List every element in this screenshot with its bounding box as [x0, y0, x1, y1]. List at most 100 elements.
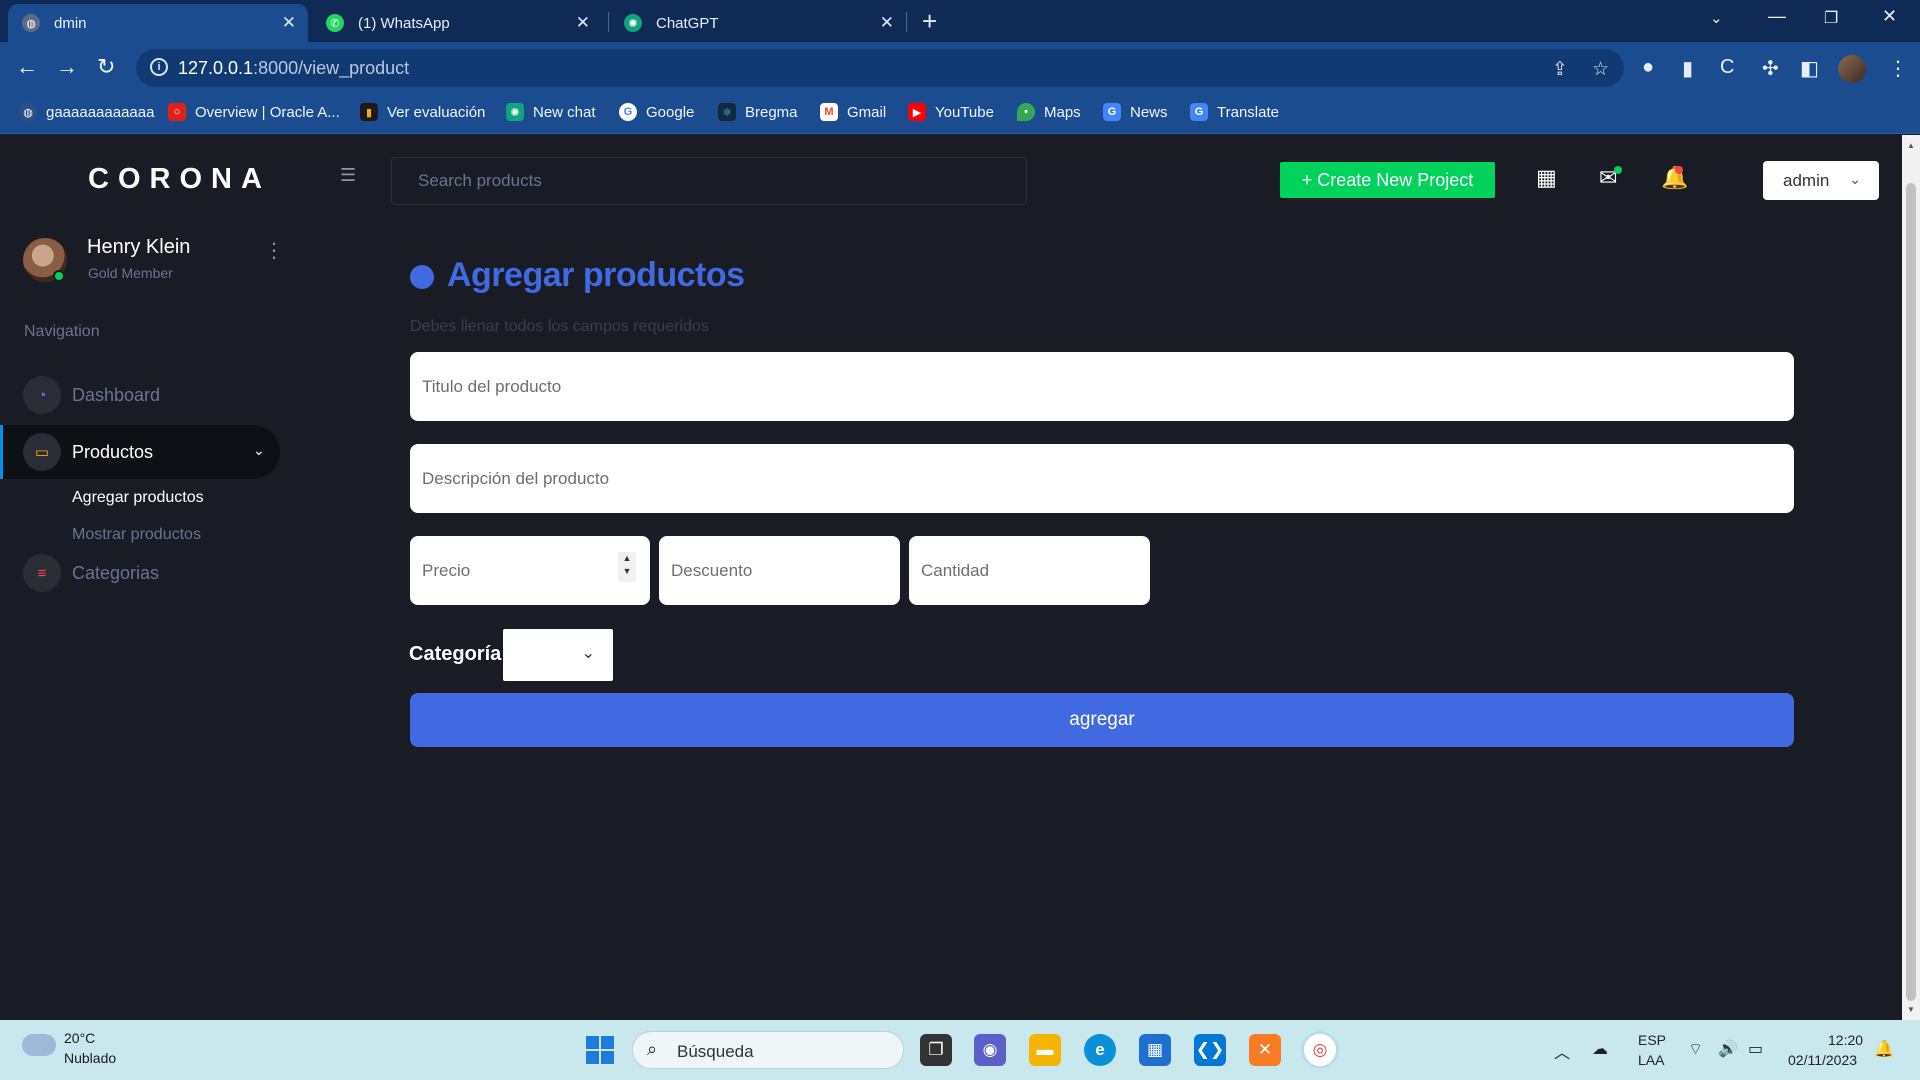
page-scrollbar[interactable]: ▲ ▼ — [1902, 135, 1920, 1020]
price-input[interactable] — [410, 536, 650, 605]
gmail-icon: M — [820, 103, 838, 121]
bookmark-item[interactable]: ⚛ Bregma — [718, 103, 798, 121]
profile-avatar[interactable] — [1838, 55, 1866, 83]
cloud-icon[interactable] — [22, 1034, 56, 1056]
restore-icon[interactable]: ❐ — [1824, 8, 1838, 28]
minimize-icon[interactable]: — — [1768, 6, 1786, 27]
weather-description[interactable]: Nublado — [64, 1050, 116, 1066]
sidebar-subitem-mostrar[interactable]: Mostrar productos — [72, 526, 201, 544]
extension-c-icon[interactable]: C — [1720, 56, 1734, 79]
add-product-button[interactable]: agregar — [410, 693, 1794, 747]
address-bar[interactable]: i 127.0.0.1:8000/view_product ⇪ ☆ — [136, 49, 1624, 87]
windows-start-icon[interactable] — [586, 1036, 614, 1064]
category-label: Categoría — [409, 643, 502, 665]
bookmarks-bar: ◍ gaaaaaaaaaaaa ○ Overview | Oracle A... ▮… — [0, 94, 1920, 134]
form-hint: Debes llenar todos los campos requeridos — [410, 318, 709, 335]
bookmark-item[interactable]: G Translate — [1190, 103, 1279, 121]
menu-kebab-icon[interactable]: ⋮ — [1888, 56, 1908, 81]
clock-date[interactable]: 02/11/2023 — [1788, 1052, 1857, 1068]
close-icon[interactable]: ✕ — [282, 13, 296, 33]
chatgpt-icon: ✺ — [506, 103, 524, 121]
brand-logo[interactable]: CORONA — [88, 163, 271, 196]
xampp-icon[interactable]: ✕ — [1249, 1034, 1281, 1066]
quantity-input[interactable] — [909, 536, 1150, 605]
scroll-down-icon[interactable]: ▼ — [1907, 1005, 1915, 1014]
reload-icon[interactable]: ↻ — [97, 54, 115, 80]
discount-input[interactable] — [659, 536, 900, 605]
keyboard-layout[interactable]: LAA — [1638, 1052, 1664, 1068]
close-icon[interactable]: ✕ — [880, 13, 894, 33]
price-stepper[interactable]: ▲ ▼ — [618, 552, 636, 582]
url-text[interactable]: 127.0.0.1:8000/view_product — [178, 58, 409, 79]
chevron-up-icon[interactable]: ︿ — [1554, 1039, 1570, 1063]
window-close-icon[interactable]: ✕ — [1882, 6, 1897, 27]
create-project-button[interactable]: + Create New Project — [1280, 162, 1495, 198]
bookmark-item[interactable]: ◍ gaaaaaaaaaaaa — [19, 103, 154, 121]
task-view-icon[interactable]: ❐ — [920, 1034, 952, 1066]
bar-chart-icon: ▮ — [360, 103, 378, 121]
admin-dropdown[interactable]: admin ⌄ — [1763, 161, 1879, 200]
category-select[interactable]: ⌄ — [503, 629, 613, 681]
teams-chat-icon[interactable]: ◉ — [974, 1034, 1006, 1066]
sidebar-item-categorias[interactable]: ≡ Categorias — [0, 546, 159, 600]
new-tab-button[interactable]: + — [922, 6, 937, 37]
file-explorer-icon[interactable]: ▬ — [1029, 1034, 1061, 1066]
close-icon[interactable]: ✕ — [576, 13, 590, 33]
site-info-icon[interactable]: i — [150, 58, 168, 76]
google-icon: G — [619, 103, 637, 121]
vscode-icon[interactable]: ❮❯ — [1194, 1034, 1226, 1066]
laptop-icon: ▭ — [23, 433, 61, 471]
weather-temperature[interactable]: 20°C — [64, 1030, 95, 1046]
tab-title: dmin — [54, 14, 87, 32]
grid-icon[interactable]: ▦ — [1536, 165, 1557, 191]
battery-icon[interactable]: ▭ — [1748, 1039, 1763, 1059]
taskbar-search[interactable]: ⌕ Búsqueda — [632, 1031, 904, 1069]
bookmark-item[interactable]: G Google — [619, 103, 694, 121]
onedrive-icon[interactable]: ☁ — [1592, 1039, 1608, 1059]
edge-icon[interactable]: e — [1084, 1034, 1116, 1066]
share-icon[interactable]: ⇪ — [1552, 58, 1568, 81]
wifi-icon[interactable]: ⌔ — [1688, 1039, 1703, 1059]
forward-icon[interactable]: → — [56, 54, 78, 80]
extension-mic-icon[interactable]: ▮ — [1682, 56, 1693, 81]
product-title-input[interactable] — [410, 352, 1794, 421]
bookmark-item[interactable]: ✺ New chat — [506, 103, 596, 121]
volume-icon[interactable]: 🔊 — [1718, 1039, 1738, 1059]
oracle-icon: ○ — [168, 103, 186, 121]
sidebar-item-dashboard[interactable]: ◔ Dashboard — [0, 368, 160, 422]
browser-tab-bar: ◍ dmin ✕ ✆ (1) WhatsApp ✕ ✺ ChatGPT ✕ + … — [0, 0, 1920, 42]
app-viewport: CORONA Henry Klein Gold Member ⋮ Navigat… — [0, 135, 1902, 1020]
tab-chatgpt[interactable]: ✺ ChatGPT ✕ — [610, 4, 906, 42]
bookmark-item[interactable]: ▮ Ver evaluación — [360, 103, 485, 121]
sidebar-item-label: Productos — [72, 441, 154, 462]
extensions-puzzle-icon[interactable]: ✣ — [1762, 56, 1779, 81]
chevron-down-icon: ⌄ — [253, 442, 265, 458]
sidebar-item-productos[interactable]: ▭ Productos ⌄ — [0, 425, 280, 479]
bookmark-item[interactable]: G News — [1103, 103, 1168, 121]
language-code[interactable]: ESP — [1638, 1032, 1666, 1048]
search-input[interactable] — [391, 157, 1027, 205]
side-panel-icon[interactable]: ◧ — [1800, 56, 1819, 81]
bookmark-item[interactable]: • Maps — [1017, 103, 1081, 121]
tab-admin[interactable]: ◍ dmin ✕ — [8, 4, 308, 42]
globe-icon: ◍ — [19, 103, 37, 121]
product-description-input[interactable] — [410, 444, 1794, 513]
notification-bell-icon[interactable]: 🔔 — [1874, 1039, 1894, 1059]
extension-mouse-icon[interactable]: ● — [1642, 56, 1654, 79]
hamburger-menu-icon[interactable]: ☰ — [340, 165, 356, 186]
user-role: Gold Member — [88, 265, 173, 281]
bookmark-item[interactable]: ○ Overview | Oracle A... — [168, 103, 340, 121]
sidebar-subitem-agregar[interactable]: Agregar productos — [72, 489, 204, 507]
bookmark-item[interactable]: M Gmail — [820, 103, 886, 121]
profile-menu-icon[interactable]: ⋮ — [264, 241, 284, 261]
chrome-icon[interactable]: ◎ — [1304, 1034, 1336, 1066]
scrollbar-thumb[interactable] — [1906, 183, 1916, 1001]
store-icon[interactable]: ▦ — [1139, 1034, 1171, 1066]
tab-search-icon[interactable]: ⌄ — [1710, 9, 1723, 27]
bookmark-item[interactable]: ▶ YouTube — [908, 103, 994, 121]
tab-whatsapp[interactable]: ✆ (1) WhatsApp ✕ — [312, 4, 602, 42]
bookmark-star-icon[interactable]: ☆ — [1592, 58, 1609, 81]
clock-time[interactable]: 12:20 — [1828, 1032, 1863, 1048]
scroll-up-icon[interactable]: ▲ — [1907, 141, 1915, 150]
back-icon[interactable]: ← — [16, 54, 38, 80]
